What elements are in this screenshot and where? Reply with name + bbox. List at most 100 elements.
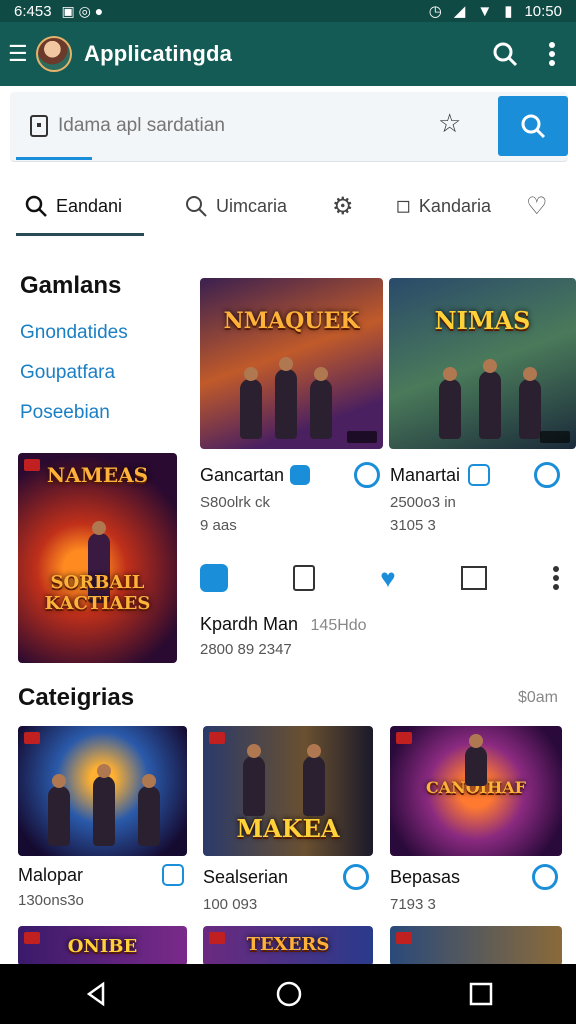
- more-vert-icon[interactable]: [548, 41, 556, 67]
- tab-settings[interactable]: ⚙: [332, 192, 354, 221]
- tab-bar: Eandani Uimcaria ⚙ ◇ Kandaria ♡: [0, 172, 576, 240]
- app-bar: ☰ Applicatingda: [0, 22, 576, 86]
- item-sub: S80olrk ck: [200, 494, 271, 511]
- art-tag: [347, 431, 377, 443]
- search-icon[interactable]: [354, 462, 380, 488]
- item-name: Gancartan: [200, 464, 285, 485]
- action-row: ♥: [200, 560, 560, 596]
- featured-item-2[interactable]: Manartai 2500o3 in 3105 3: [390, 462, 560, 534]
- character-figure: [439, 367, 461, 439]
- search-input[interactable]: [58, 110, 418, 142]
- system-nav-bar: [0, 964, 576, 1024]
- category-art-1[interactable]: [18, 726, 187, 856]
- category-art-6[interactable]: [390, 926, 562, 966]
- genre-sidebar: Gamlans Gnondatides Goupatfara Poseebian: [20, 272, 190, 442]
- item-name: Manartai: [390, 464, 461, 485]
- featured-item-1[interactable]: Gancartan S80olrk ck 9 aas: [200, 462, 380, 534]
- item-name: Bepasas: [390, 866, 461, 887]
- section-title: Cateigrias: [18, 684, 135, 711]
- tab-eandani[interactable]: Eandani: [24, 194, 122, 218]
- art-title: NIMAS: [434, 306, 531, 335]
- search-bar: ☆: [10, 92, 568, 162]
- featured-art-1[interactable]: NMAQUEK: [200, 278, 383, 449]
- art-title: TEXERS: [246, 934, 330, 955]
- item-name: Kpardh Man: [200, 614, 299, 634]
- category-item-2[interactable]: Sealserian 100 093: [203, 864, 369, 913]
- art-title: ONIBE: [67, 936, 138, 957]
- art-title: NMAQUEK: [223, 308, 360, 334]
- search-icon: [25, 195, 47, 217]
- character-figure: [138, 774, 160, 846]
- featured-side-art[interactable]: NAMEAS SORBAIL KACTIAES: [18, 453, 177, 663]
- category-item-1[interactable]: Malopar 130ons3o: [18, 864, 184, 909]
- item-name: Malopar: [18, 864, 84, 885]
- category-art-3[interactable]: CANOIHAF: [390, 726, 562, 856]
- app-badge-icon: [290, 465, 311, 485]
- search-icon[interactable]: [492, 41, 518, 67]
- sidebar-link[interactable]: Gnondatides: [20, 322, 190, 344]
- item-sub: 100 093: [203, 896, 258, 913]
- menu-icon[interactable]: ☰: [8, 41, 36, 67]
- document-icon: [30, 115, 48, 137]
- category-art-5[interactable]: TEXERS: [203, 926, 373, 966]
- tab-uimcaria[interactable]: Uimcaria: [184, 194, 287, 218]
- tab-favorites[interactable]: ♡: [526, 192, 548, 221]
- item-sub: 7193 3: [390, 896, 436, 913]
- category-art-2[interactable]: MAKEA: [203, 726, 373, 856]
- art-title: NAMEAS: [46, 463, 149, 487]
- art-tag: [540, 431, 570, 443]
- home-icon[interactable]: [275, 980, 303, 1008]
- status-time-left: 6:453: [14, 2, 52, 20]
- status-time-right: 10:50: [524, 2, 562, 20]
- item-sub: 9 aas: [200, 517, 237, 534]
- search-icon: [186, 196, 207, 217]
- app-badge-icon: [468, 464, 491, 486]
- back-icon[interactable]: [83, 981, 109, 1007]
- search-focus-underline: [16, 157, 92, 160]
- battery-icon: ▮: [504, 3, 513, 20]
- featured-art-2[interactable]: NIMAS: [389, 278, 576, 449]
- document-icon[interactable]: [293, 565, 316, 591]
- search-icon: [521, 114, 546, 139]
- search-icon[interactable]: [534, 462, 560, 488]
- tab-label: Eandani: [56, 195, 123, 216]
- sidebar-title: Gamlans: [20, 272, 122, 299]
- sidebar-link[interactable]: Goupatfara: [20, 362, 190, 384]
- character-figure: [310, 367, 332, 439]
- tab-indicator: [16, 233, 144, 236]
- star-icon[interactable]: ☆: [438, 108, 461, 139]
- sidebar-link[interactable]: Poseebian: [20, 402, 190, 424]
- art-title: MAKEA: [236, 814, 340, 843]
- action-item[interactable]: Kpardh Man 145Hdo 2800 89 2347: [200, 614, 560, 658]
- bookmark-icon[interactable]: [460, 566, 487, 590]
- wifi-icon: ▼: [477, 2, 493, 20]
- recents-icon[interactable]: [469, 982, 493, 1006]
- app-icon[interactable]: [200, 564, 228, 592]
- character-figure: [240, 367, 262, 439]
- alarm-icon: ◷: [428, 3, 442, 20]
- character-figure: [519, 367, 541, 439]
- tab-kandaria[interactable]: ◇ Kandaria: [387, 191, 491, 221]
- category-item-3[interactable]: Bepasas 7193 3: [390, 864, 558, 913]
- item-name: Sealserian: [203, 866, 289, 887]
- search-button[interactable]: [498, 96, 568, 156]
- character-figure: [479, 359, 501, 439]
- heart-icon[interactable]: ♥: [380, 563, 395, 594]
- item-sub: 130ons3o: [18, 892, 84, 909]
- category-art-4[interactable]: ONIBE: [18, 926, 187, 966]
- app-title: Applicatingda: [84, 41, 233, 66]
- art-subtitle: SORBAIL KACTIAES: [44, 572, 151, 614]
- badge: [209, 732, 225, 744]
- item-sub: 2800 89 2347: [200, 641, 292, 658]
- character-figure: [243, 744, 265, 816]
- item-sub: 2500o3 in: [390, 494, 456, 511]
- avatar[interactable]: [36, 36, 72, 72]
- app-badge-icon: [343, 864, 369, 890]
- character-figure: [465, 734, 487, 786]
- status-right: ◷ ◢ ▼ ▮ 10:50: [428, 2, 562, 21]
- app-badge-icon: [532, 864, 558, 890]
- see-more-link[interactable]: $0am: [518, 689, 558, 707]
- badge: [396, 732, 412, 744]
- tag-icon: ◇: [387, 190, 417, 221]
- more-vert-icon[interactable]: [552, 565, 560, 591]
